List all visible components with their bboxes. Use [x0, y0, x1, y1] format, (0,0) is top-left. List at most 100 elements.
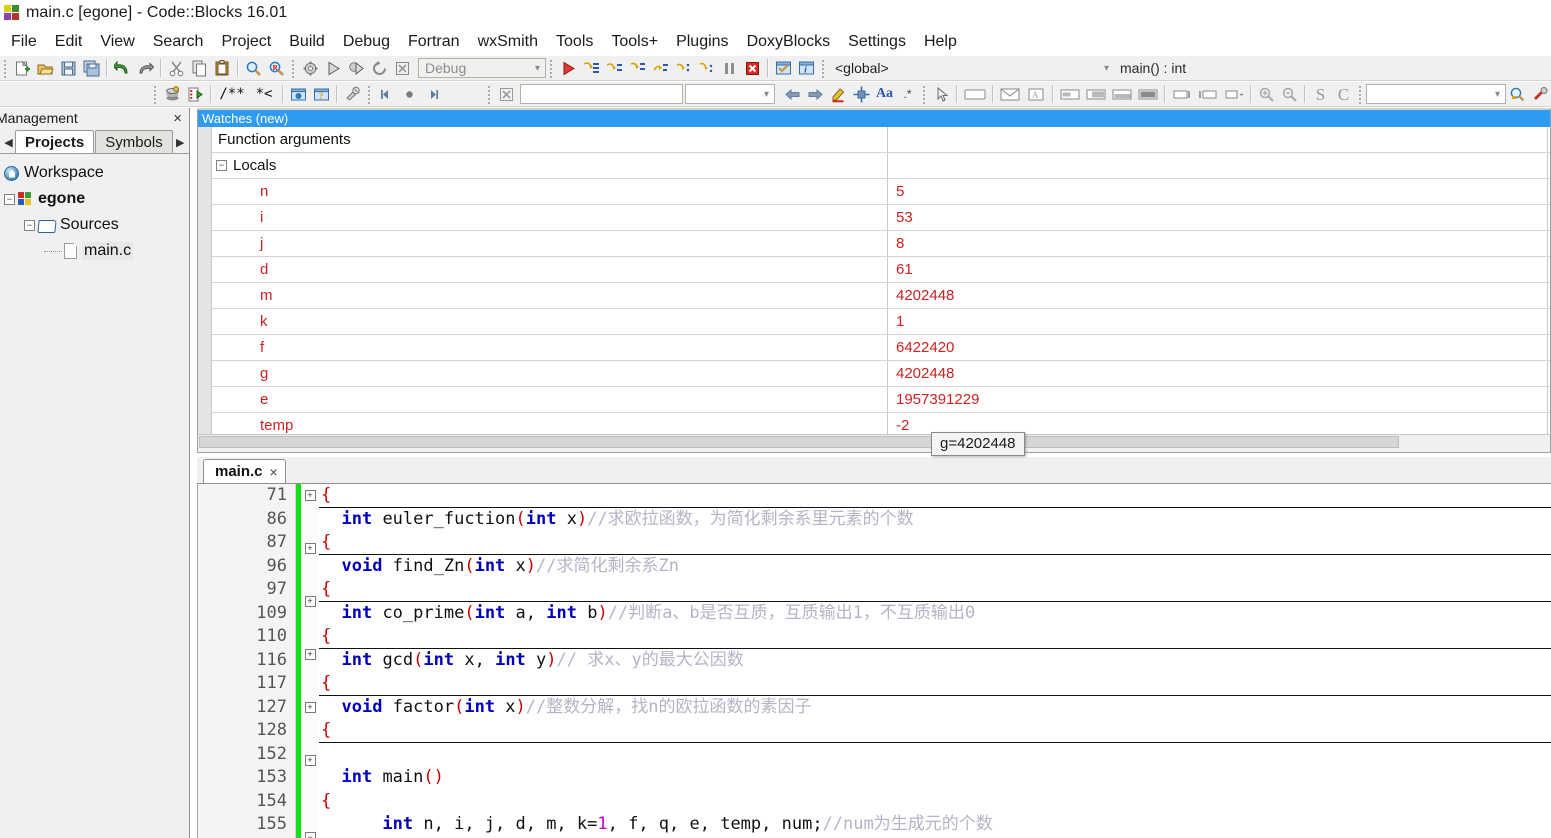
- open-file-icon[interactable]: [34, 57, 57, 79]
- doxyblocks-help-icon[interactable]: ?: [310, 83, 333, 105]
- build-icon[interactable]: [299, 57, 322, 79]
- fold-marker[interactable]: +: [301, 755, 319, 779]
- menu-doxyblocks[interactable]: DoxyBlocks: [738, 31, 840, 53]
- dialog-icon[interactable]: [997, 83, 1023, 105]
- toolbar-grip[interactable]: [152, 84, 159, 104]
- prev-icon[interactable]: [781, 83, 804, 105]
- toolbar-grip[interactable]: [1357, 84, 1364, 104]
- editor-tab-mainc[interactable]: main.c ×: [203, 459, 286, 483]
- watch-row[interactable]: k1: [212, 309, 1550, 335]
- search-combo[interactable]: ▾: [1366, 84, 1506, 104]
- doxyblocks-run-icon[interactable]: [161, 83, 184, 105]
- toolbar-grip[interactable]: [486, 84, 493, 104]
- editor-code-text[interactable]: { int euler_fuction(int x)//求欧拉函数，为简化剩余系…: [319, 484, 1551, 838]
- menu-tools-[interactable]: Tools+: [602, 31, 667, 53]
- fold-marker[interactable]: +: [301, 490, 319, 514]
- menu-plugins[interactable]: Plugins: [667, 31, 737, 53]
- font-icon[interactable]: Aa: [873, 83, 896, 105]
- menu-project[interactable]: Project: [212, 31, 280, 53]
- toolbar-grip[interactable]: [2, 58, 9, 78]
- tabs-scroll-left-icon[interactable]: ◀: [2, 131, 15, 153]
- fill-icon[interactable]: [1135, 83, 1161, 105]
- doxyblocks-comment-icon[interactable]: /**: [215, 83, 249, 105]
- menu-debug[interactable]: Debug: [334, 31, 399, 53]
- watch-row[interactable]: m 4202448: [212, 283, 1550, 309]
- copy-icon[interactable]: [188, 57, 211, 79]
- pointer-icon[interactable]: [930, 83, 953, 105]
- code-line[interactable]: {: [319, 719, 1551, 743]
- tree-item-workspace[interactable]: Workspace: [4, 160, 189, 186]
- fold-marker[interactable]: +: [301, 649, 319, 673]
- watches-hscrollbar[interactable]: [198, 434, 1550, 449]
- tab-symbols[interactable]: Symbols: [95, 130, 173, 153]
- fold-marker[interactable]: +: [301, 702, 319, 726]
- run-icon[interactable]: [322, 57, 345, 79]
- menu-search[interactable]: Search: [144, 31, 213, 53]
- replace-icon[interactable]: R: [265, 57, 288, 79]
- expander-icon[interactable]: −: [216, 160, 227, 171]
- watch-row[interactable]: n5: [212, 179, 1550, 205]
- fold-marker[interactable]: [301, 779, 319, 803]
- close-icon[interactable]: ×: [170, 110, 185, 127]
- bookmark-icon[interactable]: [398, 83, 421, 105]
- class-mode-button[interactable]: C: [1332, 83, 1355, 105]
- debug-continue-icon[interactable]: [557, 57, 580, 79]
- zoom-in-icon[interactable]: [1255, 83, 1278, 105]
- align-left-icon[interactable]: [1057, 83, 1083, 105]
- doxyblocks-wizard-icon[interactable]: [287, 83, 310, 105]
- code-line[interactable]: {: [319, 625, 1551, 649]
- shrink-left-icon[interactable]: [1221, 83, 1247, 105]
- small-icon[interactable]: .*: [896, 83, 919, 105]
- fold-collapse-icon[interactable]: −: [304, 831, 316, 838]
- frame-icon[interactable]: A: [1023, 83, 1049, 105]
- watch-row[interactable]: j8: [212, 231, 1550, 257]
- code-line[interactable]: {: [319, 484, 1551, 508]
- highlight-icon[interactable]: [827, 83, 850, 105]
- code-line[interactable]: void factor(int x)//整数分解，找n的欧拉函数的素因子: [319, 696, 1551, 720]
- toolbar-grip[interactable]: [921, 84, 928, 104]
- jump-back-icon[interactable]: [375, 83, 398, 105]
- save-all-icon[interactable]: [80, 57, 103, 79]
- step-into-icon[interactable]: [626, 57, 649, 79]
- toolbar-grip[interactable]: [820, 58, 827, 78]
- settings-icon[interactable]: [1529, 83, 1551, 105]
- abort-icon[interactable]: [391, 57, 414, 79]
- align-icon[interactable]: [850, 83, 873, 105]
- next-icon[interactable]: [804, 83, 827, 105]
- function-combo[interactable]: main() : int: [1114, 57, 1364, 79]
- watch-row[interactable]: Function arguments: [212, 127, 1550, 153]
- build-and-run-icon[interactable]: [345, 57, 368, 79]
- fold-marker[interactable]: [301, 514, 319, 538]
- fold-expand-icon[interactable]: +: [304, 702, 316, 713]
- search-declaration-icon[interactable]: [1506, 83, 1529, 105]
- watch-row[interactable]: g 4202448: [212, 361, 1550, 387]
- watch-row[interactable]: d 61: [212, 257, 1550, 283]
- code-line[interactable]: int n, i, j, d, m, k=1, f, q, e, temp, n…: [319, 813, 1551, 837]
- code-line[interactable]: {: [319, 790, 1551, 814]
- menu-fortran[interactable]: Fortran: [399, 31, 469, 53]
- fold-marker[interactable]: [301, 726, 319, 750]
- cut-icon[interactable]: [165, 57, 188, 79]
- align-center-icon[interactable]: [1083, 83, 1109, 105]
- close-icon[interactable]: ×: [270, 464, 278, 480]
- tree-item-egone[interactable]: − egone: [4, 186, 189, 212]
- jump-forward-icon[interactable]: [421, 83, 444, 105]
- break-debugger-icon[interactable]: [718, 57, 741, 79]
- debugging-windows-icon[interactable]: [772, 57, 795, 79]
- menu-settings[interactable]: Settings: [839, 31, 915, 53]
- code-line[interactable]: {: [319, 531, 1551, 555]
- menu-help[interactable]: Help: [915, 31, 966, 53]
- clear-icon[interactable]: [495, 83, 518, 105]
- editor-fold-margin[interactable]: + + + + + + −: [301, 484, 319, 838]
- source-mode-button[interactable]: S: [1309, 83, 1332, 105]
- fold-marker[interactable]: [301, 620, 319, 644]
- fold-expand-icon[interactable]: +: [304, 490, 316, 501]
- scope-combo[interactable]: <global> ▾: [829, 58, 1114, 78]
- doxyblocks-config-icon[interactable]: [341, 83, 364, 105]
- tree-item-mainc[interactable]: main.c: [4, 238, 189, 264]
- watch-row[interactable]: e 1957391229: [212, 387, 1550, 413]
- toolbar-grip[interactable]: [366, 84, 373, 104]
- watch-row[interactable]: f 6422420: [212, 335, 1550, 361]
- doxyblocks-extract-icon[interactable]: [184, 83, 207, 105]
- next-line-icon[interactable]: [603, 57, 626, 79]
